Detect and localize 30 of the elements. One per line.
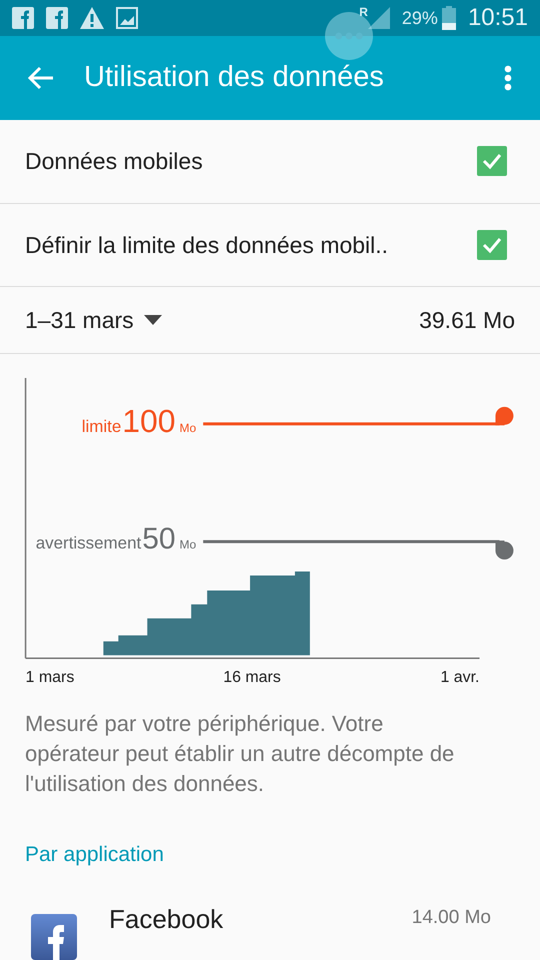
checkbox[interactable] <box>477 230 507 260</box>
app-name: Facebook <box>109 903 224 936</box>
app-usage: 14.00 Mo <box>412 906 491 930</box>
more-options-icon[interactable] <box>504 64 512 91</box>
warning-label: avertissement50 Mo <box>36 522 196 556</box>
limit-label: limite 100 Mo <box>82 403 196 440</box>
checkbox[interactable] <box>477 146 507 176</box>
period-dropdown[interactable]: 1–31 mars <box>25 303 162 338</box>
setting-label: Définir la limite des données mobil.. <box>25 230 390 260</box>
signal-icon <box>368 7 390 29</box>
x-axis-label: 16 mars <box>223 670 281 687</box>
x-axis-label: 1 avr. <box>440 670 480 687</box>
network-label: R <box>359 4 368 21</box>
battery-icon <box>442 6 456 30</box>
back-arrow-icon[interactable] <box>28 66 54 90</box>
image-icon <box>116 7 138 29</box>
clock: 10:51 <box>468 3 528 33</box>
setting-label: Données mobiles <box>25 146 204 176</box>
dropdown-caret-icon <box>144 315 162 326</box>
battery-percent: 29% <box>402 6 438 30</box>
usage-note: Mesuré par votre périphérique. Votre opérateur peut établir un autre décompte de l'utilisation des données. <box>24 710 456 798</box>
f-icon <box>46 7 68 29</box>
warning-icon <box>80 7 104 29</box>
limit-line[interactable] <box>203 407 514 426</box>
x-axis-label: 1 mars <box>26 670 74 687</box>
total-usage: 39.61 Mo <box>419 306 515 336</box>
warning-line[interactable] <box>203 540 514 560</box>
f-icon <box>12 7 34 29</box>
screen-title: Utilisation des données <box>84 63 384 92</box>
section-header: Par application <box>24 842 165 868</box>
